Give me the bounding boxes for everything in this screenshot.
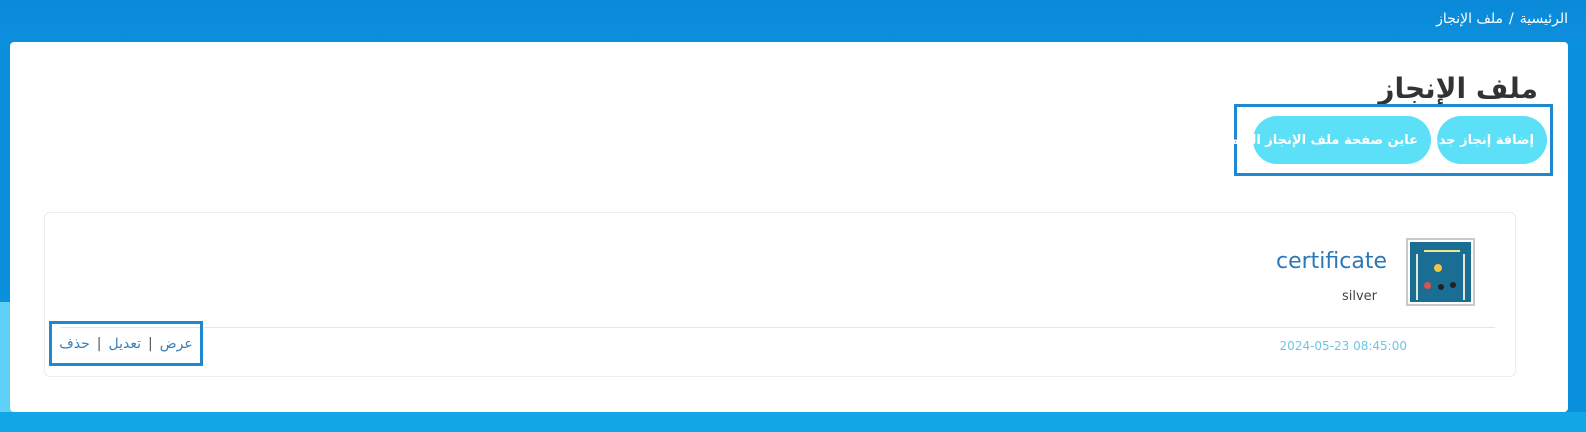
add-achievement-button[interactable]: إضافة إنجاز جديد <box>1426 116 1547 164</box>
edit-link[interactable]: تعديل <box>109 336 142 352</box>
achievement-subtitle: silver <box>1341 289 1377 304</box>
view-public-portfolio-button[interactable]: عاين صفحة ملف الإنجاز العامة <box>1223 116 1431 164</box>
footer-strip <box>0 412 1586 432</box>
delete-link[interactable]: حذف <box>59 336 90 352</box>
top-header-bar: الرئيسية / ملف الإنجاز <box>0 0 1586 42</box>
main-content-card: ملف الإنجاز إضافة إنجاز جديد عاين صفحة م… <box>10 42 1568 412</box>
page-actions: إضافة إنجاز جديد عاين صفحة ملف الإنجاز ا… <box>1223 104 1553 176</box>
achievement-card: certificate silver 2024-05-23 08:45:00 ع… <box>44 212 1516 377</box>
achievement-actions: عرض | تعديل | حذف <box>49 321 203 366</box>
card-divider <box>60 327 1495 328</box>
page-title: ملف الإنجاز <box>1378 72 1538 105</box>
breadcrumb: الرئيسية / ملف الإنجاز <box>1436 11 1568 27</box>
breadcrumb-home[interactable]: الرئيسية <box>1520 11 1568 27</box>
breadcrumb-current: ملف الإنجاز <box>1436 11 1504 27</box>
breadcrumb-separator: / <box>1509 11 1514 27</box>
action-separator: | <box>148 335 153 352</box>
achievement-title-link[interactable]: certificate <box>1276 249 1387 274</box>
certificate-thumbnail[interactable] <box>1406 238 1475 306</box>
certificate-image <box>1410 242 1471 302</box>
view-link[interactable]: عرض <box>160 336 193 352</box>
action-separator: | <box>96 335 102 352</box>
achievement-date: 2024-05-23 08:45:00 <box>1279 339 1407 353</box>
